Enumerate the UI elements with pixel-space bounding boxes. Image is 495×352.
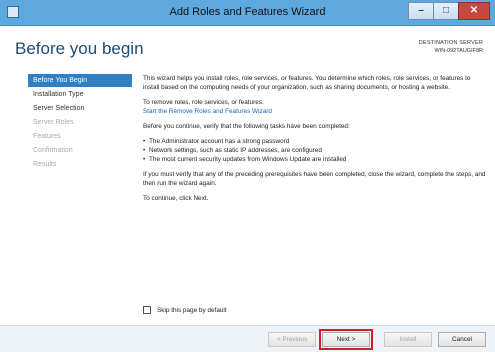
skip-page-checkbox[interactable] <box>143 306 151 314</box>
maximize-button[interactable]: □ <box>433 2 459 20</box>
list-item: Network settings, such as static IP addr… <box>143 146 486 155</box>
list-item: The Administrator account has a strong p… <box>143 137 486 146</box>
install-button: Install <box>384 332 432 347</box>
remove-prompt: To remove roles, role services, or featu… <box>143 99 264 106</box>
title-bar[interactable]: Add Roles and Features Wizard – □ ✕ <box>0 0 495 26</box>
destination-server-name: WIN-092TAUGIF8R <box>434 48 484 54</box>
nav-item-results: Results <box>33 161 57 168</box>
list-item: The most current security updates from W… <box>143 155 486 164</box>
wizard-content: This wizard helps you install roles, rol… <box>143 74 486 209</box>
nav-item-features: Features <box>33 133 61 140</box>
skip-page-label[interactable]: Skip this page by default <box>157 307 227 314</box>
cancel-button[interactable]: Cancel <box>438 332 486 347</box>
previous-button: < Previous <box>268 332 316 347</box>
destination-server-label: DESTINATION SERVER <box>418 40 483 46</box>
intro-text: This wizard helps you install roles, rol… <box>143 75 471 91</box>
close-button[interactable]: ✕ <box>458 2 490 20</box>
skip-page-option[interactable]: Skip this page by default <box>143 304 227 316</box>
nav-item-confirmation: Confirmation <box>33 147 73 154</box>
remove-section: To remove roles, role services, or featu… <box>143 98 486 116</box>
nav-item-server-selection[interactable]: Server Selection <box>28 102 132 115</box>
page-header: Before you begin DESTINATION SERVER WIN-… <box>0 26 495 66</box>
prereq-note: If you must verify that any of the prece… <box>143 171 486 187</box>
verify-intro: Before you continue, verify that the fol… <box>143 123 350 130</box>
wizard-steps-nav: Before You Begin Installation Type Serve… <box>28 74 132 172</box>
nav-item-before-you-begin[interactable]: Before You Begin <box>28 74 132 87</box>
minimize-button[interactable]: – <box>408 2 434 20</box>
continue-note: To continue, click Next. <box>143 195 209 202</box>
nav-item-installation-type[interactable]: Installation Type <box>28 88 132 101</box>
remove-wizard-link[interactable]: Start the Remove Roles and Features Wiza… <box>143 108 272 115</box>
page-title: Before you begin <box>15 39 144 58</box>
next-button[interactable]: Next > <box>319 329 373 350</box>
prerequisite-list: The Administrator account has a strong p… <box>143 137 486 164</box>
nav-item-server-roles: Server Roles <box>33 119 74 126</box>
wizard-footer: < Previous Next > Install Cancel <box>0 325 495 352</box>
